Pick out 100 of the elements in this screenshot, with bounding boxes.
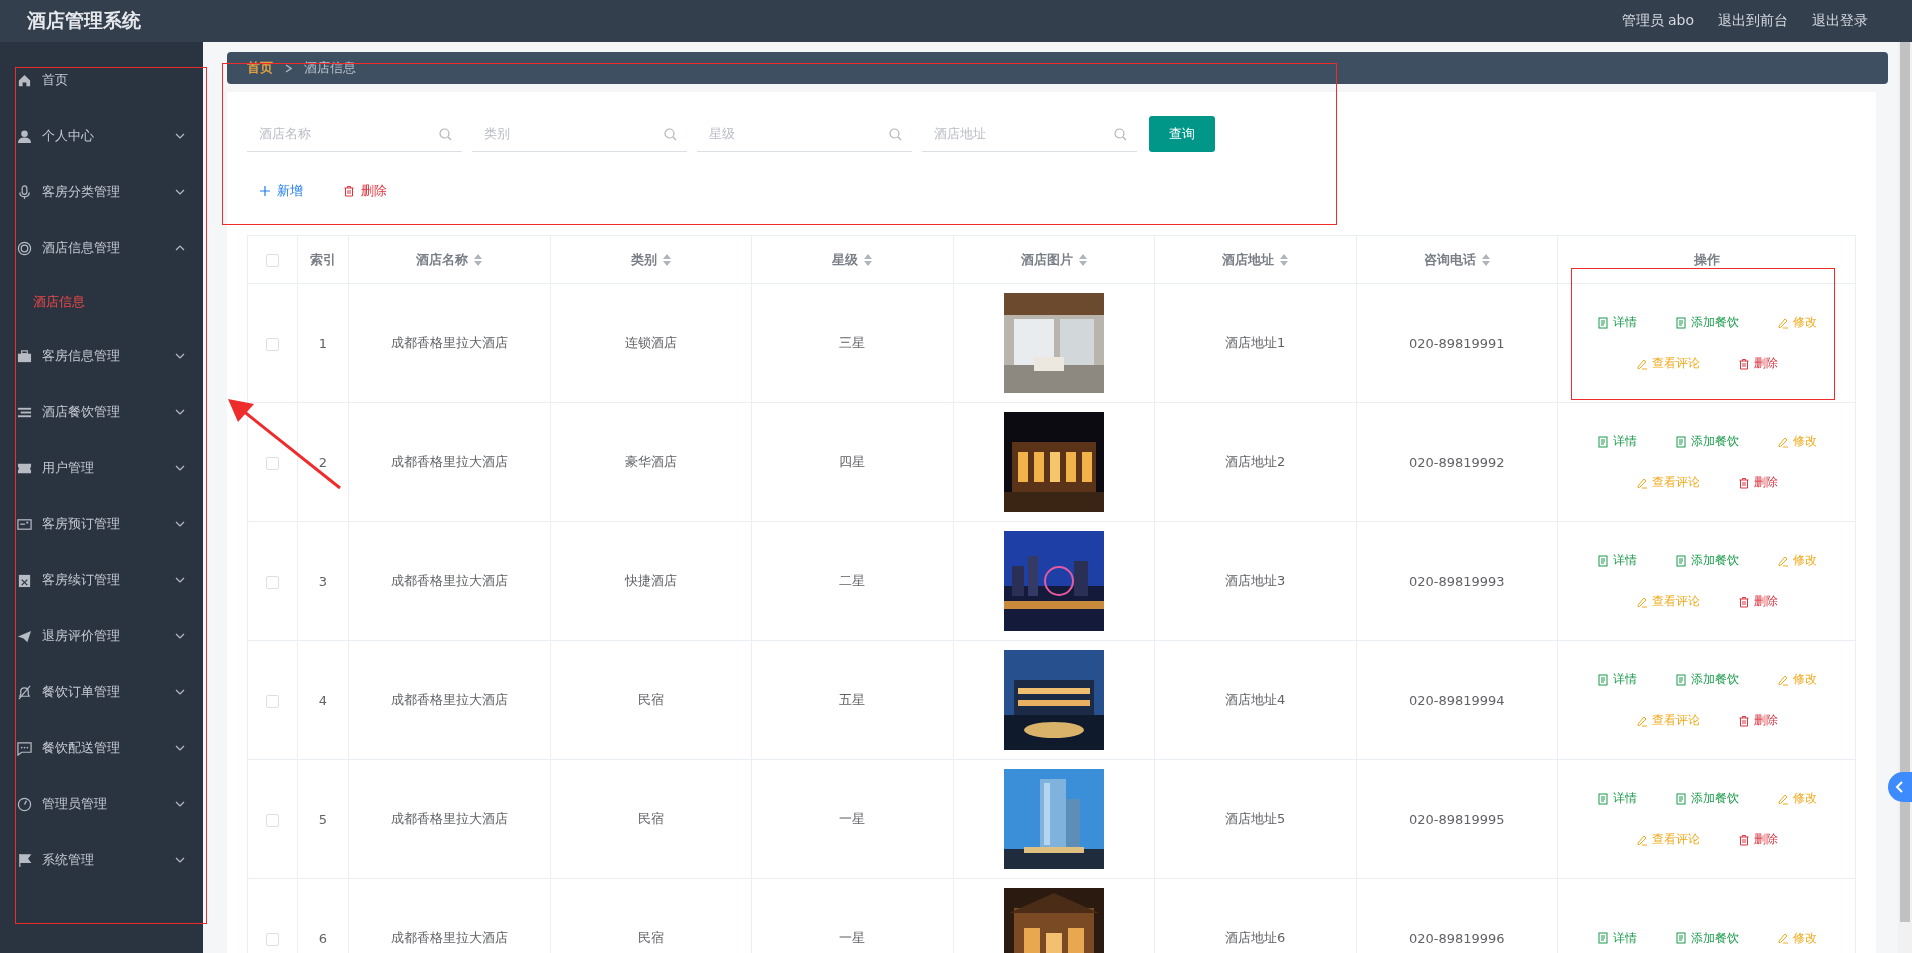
sort-icon[interactable]	[474, 253, 483, 266]
pencil-icon	[1776, 316, 1789, 329]
menu-item-icon	[17, 240, 32, 256]
sidebar-item[interactable]: 用户管理	[0, 440, 203, 496]
table-cell: 二星	[839, 573, 866, 588]
sort-icon[interactable]	[864, 253, 873, 266]
search-field[interactable]: 类别	[472, 116, 687, 152]
table-cell: 成都香格里拉大酒店	[390, 811, 508, 826]
sidebar-item[interactable]: 客房预订管理	[0, 496, 203, 552]
trash-icon	[1737, 476, 1750, 489]
sidebar-item[interactable]: 首页	[0, 52, 203, 108]
sidebar-item[interactable]: 退房评价管理	[0, 608, 203, 664]
scrollbar[interactable]	[1898, 42, 1912, 953]
sidebar-item[interactable]: 客房续订管理	[0, 552, 203, 608]
column-header[interactable]: 酒店地址	[1222, 250, 1275, 269]
checkbox[interactable]	[266, 337, 279, 351]
add-button[interactable]: 新增	[247, 178, 315, 204]
sidebar-item[interactable]: 酒店餐饮管理	[0, 384, 203, 440]
search-icon	[664, 128, 677, 141]
delete-button[interactable]: 删除	[331, 178, 399, 204]
table-cell: 民宿	[637, 930, 664, 945]
table-cell: 5	[318, 811, 328, 827]
pencil-icon	[1776, 792, 1789, 805]
search-button[interactable]: 查询	[1149, 116, 1215, 152]
sidebar-item[interactable]: 管理员管理	[0, 776, 203, 832]
header-link[interactable]: 管理员 abo	[1621, 12, 1694, 30]
menu-item-icon	[17, 572, 32, 588]
checkbox[interactable]	[266, 932, 279, 946]
table-cell: 连锁酒店	[624, 335, 677, 350]
menu-item-icon	[17, 852, 32, 868]
menu-item-icon	[17, 796, 32, 812]
table-cell: 酒店地址3	[1225, 573, 1286, 588]
document-icon	[1596, 554, 1609, 567]
table-cell: 五星	[839, 692, 866, 707]
collapse-tab[interactable]	[1888, 772, 1912, 802]
sidebar-item[interactable]: 酒店信息管理	[0, 220, 203, 276]
plus-icon	[259, 185, 271, 197]
table-cell: 020-89819996	[1408, 930, 1505, 946]
column-header[interactable]: 咨询电话	[1423, 250, 1476, 269]
search-icon	[439, 128, 452, 141]
sort-icon[interactable]	[662, 253, 671, 266]
header-link[interactable]: 退出到前台	[1718, 12, 1788, 30]
menu-item-icon	[17, 72, 32, 88]
pencil-icon	[1776, 554, 1789, 567]
search-icon	[1114, 128, 1127, 141]
checkbox[interactable]	[266, 813, 279, 827]
trash-icon	[1737, 714, 1750, 727]
table-cell: 民宿	[637, 811, 664, 826]
sort-icon[interactable]	[1481, 253, 1490, 266]
menu-item-icon	[17, 740, 32, 756]
sidebar-item[interactable]: 餐饮订单管理	[0, 664, 203, 720]
sidebar-item[interactable]: 个人中心	[0, 108, 203, 164]
search-field[interactable]: 星级	[697, 116, 912, 152]
document-icon	[1596, 792, 1609, 805]
table-cell: 四星	[839, 454, 866, 469]
table-cell: 酒店地址6	[1225, 930, 1286, 945]
sidebar-item[interactable]: 客房分类管理	[0, 164, 203, 220]
table-cell: 020-89819991	[1408, 335, 1505, 351]
trash-icon	[343, 185, 355, 197]
checkbox[interactable]	[266, 254, 279, 267]
document-icon	[1674, 792, 1687, 805]
document-icon	[1674, 316, 1687, 329]
document-icon	[1674, 554, 1687, 567]
checkbox[interactable]	[266, 694, 279, 708]
column-header[interactable]: 星级	[832, 250, 859, 269]
table-cell: 020-89819995	[1408, 811, 1505, 827]
checkbox[interactable]	[266, 456, 279, 470]
search-icon	[889, 128, 902, 141]
pencil-icon	[1635, 833, 1648, 846]
sidebar-item[interactable]: 餐饮配送管理	[0, 720, 203, 776]
column-header: 索引	[310, 250, 336, 269]
column-header[interactable]: 酒店名称	[416, 250, 469, 269]
app-title: 酒店管理系统	[27, 8, 141, 33]
pencil-icon	[1776, 932, 1789, 944]
search-field[interactable]: 酒店名称	[247, 116, 462, 152]
table-cell: 酒店地址5	[1225, 811, 1286, 826]
sidebar-subitem[interactable]: 酒店信息	[0, 276, 203, 328]
table-cell: 酒店地址4	[1225, 692, 1286, 707]
scrollbar-thumb[interactable]	[1900, 42, 1910, 922]
trash-icon	[1737, 595, 1750, 608]
sort-icon[interactable]	[1078, 253, 1087, 266]
table-cell: 民宿	[637, 692, 664, 707]
menu-item-icon	[17, 516, 32, 532]
document-icon	[1596, 673, 1609, 686]
chevron-left-icon	[1895, 781, 1905, 793]
table-cell: 020-89819994	[1408, 692, 1505, 708]
sidebar-item[interactable]: 系统管理	[0, 832, 203, 888]
column-header[interactable]: 类别	[630, 250, 657, 269]
table-cell: 酒店地址2	[1225, 454, 1286, 469]
pencil-icon	[1776, 435, 1789, 448]
search-field[interactable]: 酒店地址	[922, 116, 1137, 152]
sidebar-item[interactable]: 客房信息管理	[0, 328, 203, 384]
column-header[interactable]: 酒店图片	[1020, 250, 1073, 269]
sort-icon[interactable]	[1280, 253, 1289, 266]
menu-item-icon	[17, 184, 32, 200]
checkbox[interactable]	[266, 575, 279, 589]
table-cell: 2	[318, 454, 328, 470]
header-link[interactable]: 退出登录	[1812, 12, 1868, 30]
pencil-icon	[1776, 673, 1789, 686]
trash-icon	[1737, 357, 1750, 370]
